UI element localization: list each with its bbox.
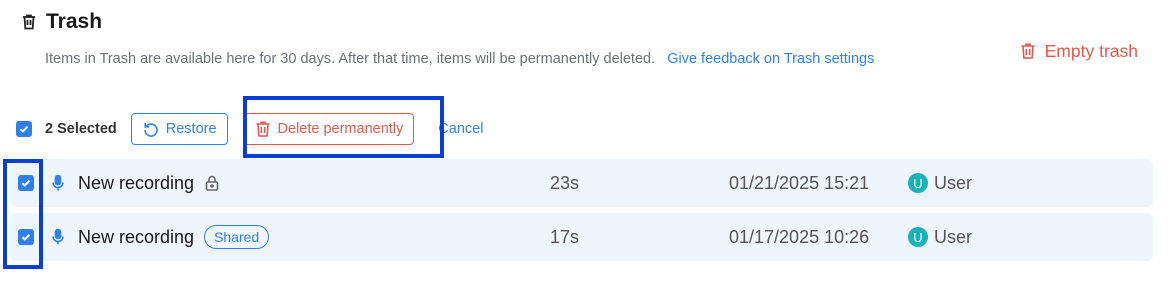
empty-trash-label: Empty trash [1044,40,1138,61]
recording-owner: U User [908,173,972,194]
table-row[interactable]: New recording 23s 01/21/2025 15:21 U Use… [10,159,1153,207]
shared-badge: Shared [204,225,270,249]
select-all-checkbox[interactable] [16,121,32,137]
lock-icon [205,175,219,191]
restore-button[interactable]: Restore [130,113,228,145]
recording-title: New recording [78,172,195,193]
empty-trash-button[interactable]: Empty trash [1019,38,1138,64]
page-title: Trash [46,10,103,33]
cancel-link[interactable]: Cancel [438,121,483,137]
owner-name: User [934,172,973,193]
microphone-icon [52,174,64,191]
selected-count: 2 Selected [45,121,117,137]
trash-icon [23,14,35,30]
delete-permanently-button[interactable]: Delete permanently [242,113,415,145]
restore-icon [143,122,158,137]
feedback-link[interactable]: Give feedback on Trash settings [667,51,874,67]
recording-date: 01/21/2025 15:21 [729,172,870,193]
checkmark-icon [19,126,29,133]
checkmark-icon [21,234,31,241]
microphone-icon [52,228,64,245]
recording-duration: 23s [550,172,580,193]
description-text: Items in Trash are available here for 30… [45,51,656,67]
owner-name: User [934,226,973,247]
recording-date: 01/17/2025 10:26 [729,226,870,247]
trash-icon [1021,43,1035,59]
trash-icon [256,121,270,137]
row-checkbox[interactable] [18,175,34,191]
recording-name[interactable]: New recording Shared [78,225,270,249]
table-row[interactable]: New recording Shared 17s 01/17/2025 10:2… [10,213,1153,261]
trash-description: Items in Trash are available here for 30… [45,44,925,74]
selection-toolbar: 2 Selected Restore Delete permanently Ca… [16,113,483,145]
delete-label: Delete permanently [277,121,404,137]
avatar: U [908,227,928,247]
recording-owner: U User [908,227,972,248]
restore-label: Restore [165,121,217,137]
checkmark-icon [21,180,31,187]
row-checkbox[interactable] [18,229,34,245]
recording-name[interactable]: New recording [78,173,220,194]
recording-title: New recording [78,226,195,247]
recording-duration: 17s [550,226,580,247]
avatar: U [908,173,928,193]
page-header: Trash [20,8,102,36]
